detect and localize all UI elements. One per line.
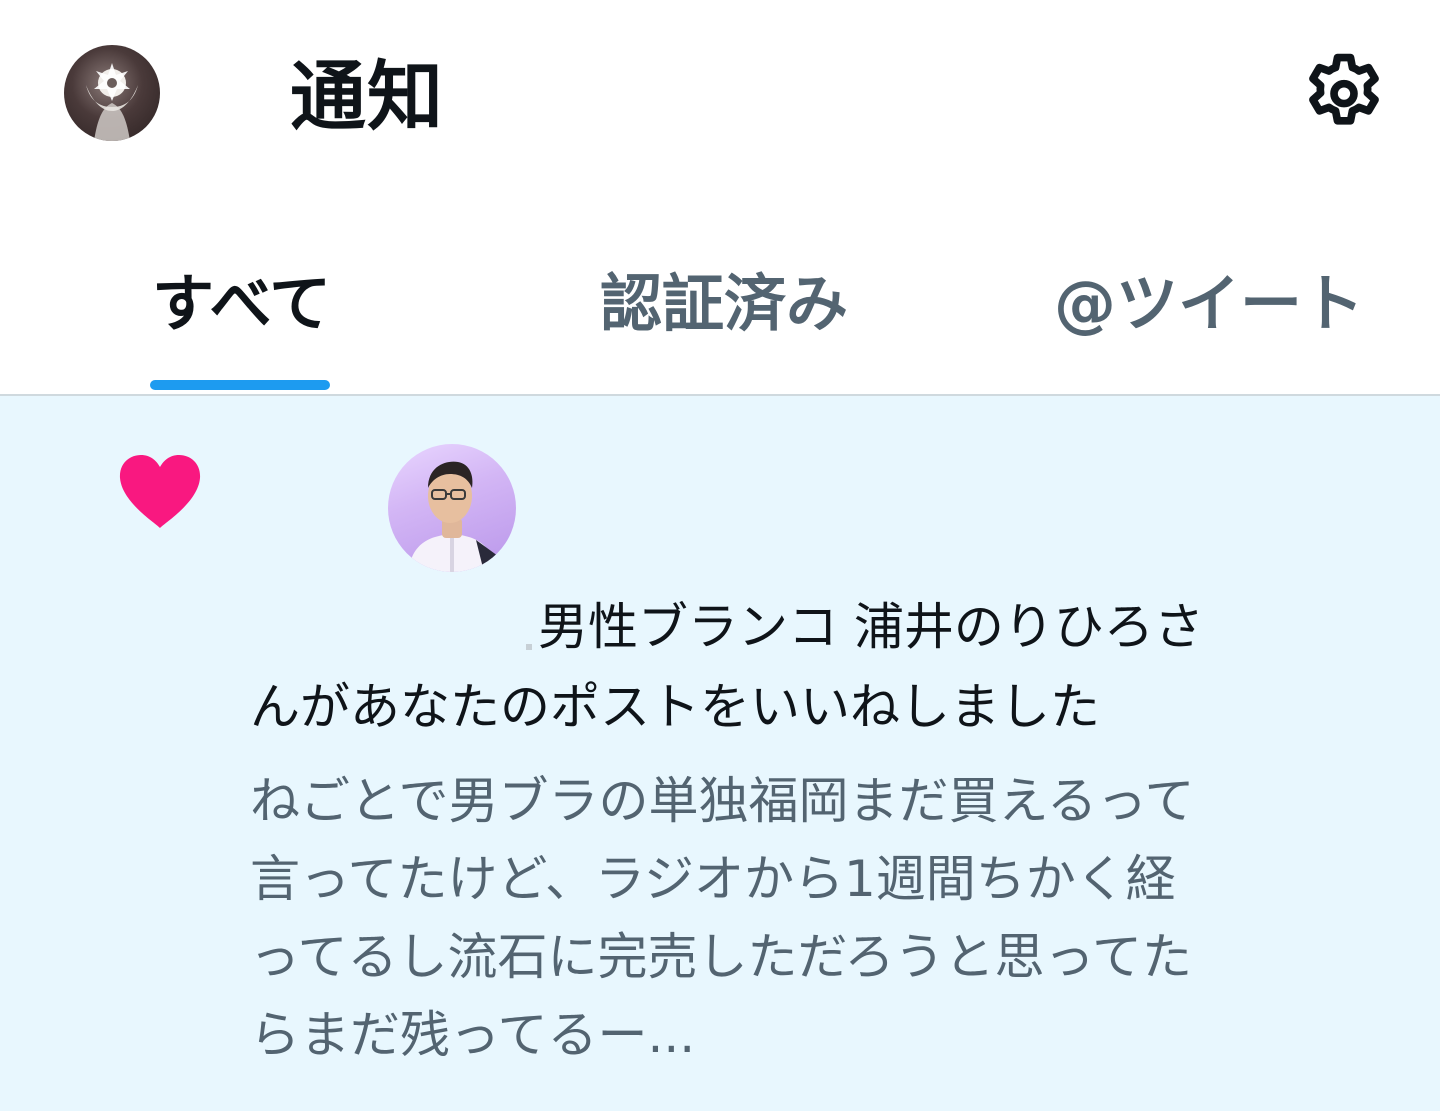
post-preview: ねごとで男ブラの単独福岡まだ買えるって 言ってたけど、ラジオから1週間ちかく経 … bbox=[250, 762, 1400, 1074]
tab-verified[interactable]: 認証済み bbox=[600, 264, 848, 344]
notifications-screen: 通知 すべて 認証済み @ツイート 男性ブランコ 浦井のりひろさ んがあなたのポ… bbox=[0, 0, 1440, 1111]
page-title: 通知 bbox=[290, 52, 444, 141]
notification-tabs: すべて 認証済み @ツイート bbox=[0, 230, 1440, 396]
notification-action-text: んがあなたのポストをいいねしました bbox=[250, 678, 1100, 736]
tab-mentions[interactable]: @ツイート bbox=[1054, 264, 1364, 344]
active-tab-indicator bbox=[150, 380, 330, 390]
tab-all[interactable]: すべて bbox=[152, 264, 331, 344]
liker-avatar-image bbox=[408, 461, 498, 572]
user-avatar[interactable] bbox=[64, 45, 160, 141]
post-preview-line: らまだ残ってるー... bbox=[250, 1006, 696, 1064]
header: 通知 bbox=[0, 0, 1440, 196]
settings-icon[interactable] bbox=[1298, 48, 1390, 140]
redacted-mark bbox=[526, 644, 532, 650]
liker-name[interactable]: 男性ブランコ 浦井のりひろさ bbox=[538, 594, 1204, 660]
post-preview-line: ねごとで男ブラの単独福岡まだ買えるって bbox=[250, 772, 1195, 830]
avatar-image bbox=[86, 63, 138, 141]
post-preview-line: 言ってたけど、ラジオから1週間ちかく経 bbox=[250, 850, 1176, 908]
liker-avatar[interactable] bbox=[388, 444, 516, 572]
heart-icon bbox=[118, 454, 202, 530]
like-notification[interactable]: 男性ブランコ 浦井のりひろさ んがあなたのポストをいいねしました ねごとで男ブラ… bbox=[0, 396, 1440, 1111]
post-preview-line: ってるし流石に完売しただろうと思ってた bbox=[250, 928, 1192, 986]
